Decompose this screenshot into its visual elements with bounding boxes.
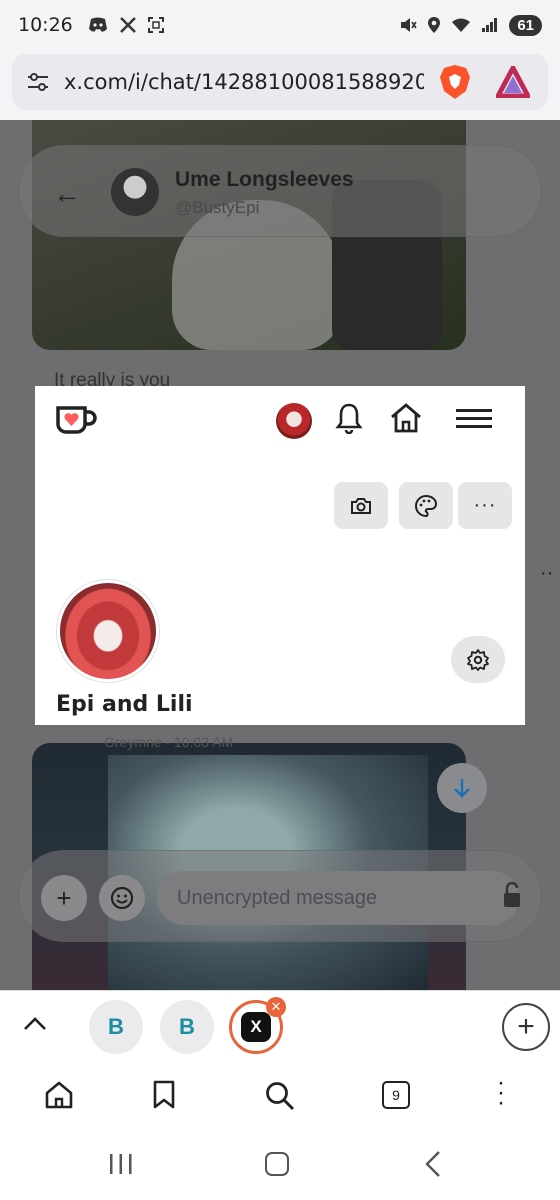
- arrow-down-icon: [454, 779, 470, 798]
- profile-settings-button[interactable]: [451, 636, 505, 683]
- gear-icon: [467, 648, 489, 671]
- screenshot-icon: [147, 17, 164, 33]
- tab-strip: B B X ✕ +: [0, 990, 560, 1062]
- android-back-icon[interactable]: [424, 1150, 442, 1178]
- new-tab-button[interactable]: +: [502, 1003, 550, 1051]
- bell-icon[interactable]: [335, 402, 363, 434]
- change-cover-photo-button[interactable]: [334, 482, 388, 529]
- kofi-profile-card: ··· Epi and Lili: [35, 386, 525, 725]
- emoji-icon: [110, 886, 134, 910]
- status-bar: 10:26 61: [0, 0, 560, 50]
- sender-line: Greymne · 10:03 AM: [104, 734, 234, 750]
- profile-name: Epi and Lili: [56, 692, 193, 717]
- theme-palette-button[interactable]: [399, 482, 453, 529]
- x-logo-icon: [119, 17, 136, 33]
- hamburger-menu-icon[interactable]: [456, 408, 492, 430]
- emoji-button[interactable]: [99, 875, 145, 921]
- back-arrow-icon[interactable]: ←: [53, 178, 81, 210]
- scroll-down-button[interactable]: [437, 763, 487, 813]
- signal-icon: [482, 18, 498, 32]
- palette-icon: [415, 494, 438, 517]
- chevron-up-icon[interactable]: [22, 1013, 48, 1041]
- profile-avatar[interactable]: [57, 580, 159, 682]
- browser-address-area: x.com/i/chat/14288100081588920: [0, 50, 560, 120]
- user-avatar-button[interactable]: [276, 403, 312, 439]
- mute-icon: [401, 18, 417, 32]
- attach-button[interactable]: +: [41, 875, 87, 921]
- brave-shields-icon[interactable]: [438, 63, 472, 101]
- recent-apps-icon[interactable]: [108, 1152, 134, 1176]
- discord-icon: [88, 17, 107, 32]
- url-text[interactable]: x.com/i/chat/14288100081588920: [64, 70, 424, 94]
- browser-toolbar: 9 · · ·: [0, 1062, 560, 1130]
- tab-favicon-label: B: [179, 1014, 195, 1039]
- bookmark-icon[interactable]: [152, 1080, 176, 1110]
- battery-level: 61: [509, 14, 542, 36]
- camera-icon: [351, 497, 371, 514]
- more-options-button[interactable]: ···: [458, 482, 512, 529]
- location-icon: [428, 17, 441, 33]
- kofi-logo-icon[interactable]: [55, 404, 97, 436]
- lock-icon[interactable]: [501, 869, 523, 923]
- overflow-menu-icon[interactable]: · · ·: [497, 1071, 505, 1115]
- android-home-icon[interactable]: [265, 1152, 289, 1176]
- home-icon[interactable]: [388, 402, 424, 434]
- contact-name[interactable]: Ume Longsleeves: [175, 168, 354, 192]
- tab-bluesky-2[interactable]: B: [160, 1000, 214, 1054]
- contact-avatar[interactable]: [111, 168, 159, 216]
- search-icon[interactable]: [264, 1080, 296, 1112]
- compose-bar: + Unencrypted message: [18, 850, 542, 942]
- status-icons-right: 61: [399, 14, 542, 36]
- status-time: 10:26: [18, 14, 73, 36]
- brave-rewards-icon[interactable]: [496, 66, 530, 98]
- android-navigation-bar: [0, 1130, 560, 1200]
- address-bar[interactable]: x.com/i/chat/14288100081588920: [12, 54, 548, 110]
- contact-handle: @BustyEpi: [175, 198, 260, 217]
- home-icon[interactable]: [44, 1080, 74, 1110]
- wifi-icon: [452, 18, 471, 32]
- tab-bluesky-1[interactable]: B: [89, 1000, 143, 1054]
- tab-favicon-label: B: [108, 1014, 124, 1039]
- tab-switcher-button[interactable]: 9: [382, 1081, 410, 1109]
- status-icons-left: [87, 16, 165, 34]
- message-options-icon[interactable]: ··: [540, 562, 553, 585]
- message-input[interactable]: Unencrypted message: [157, 871, 519, 925]
- chat-header[interactable]: ← Ume Longsleeves @BustyEpi: [18, 145, 542, 237]
- site-settings-icon[interactable]: [26, 71, 50, 93]
- message-input-placeholder: Unencrypted message: [177, 886, 378, 909]
- close-tab-icon[interactable]: ✕: [266, 997, 286, 1017]
- x-logo-icon: X: [241, 1012, 271, 1042]
